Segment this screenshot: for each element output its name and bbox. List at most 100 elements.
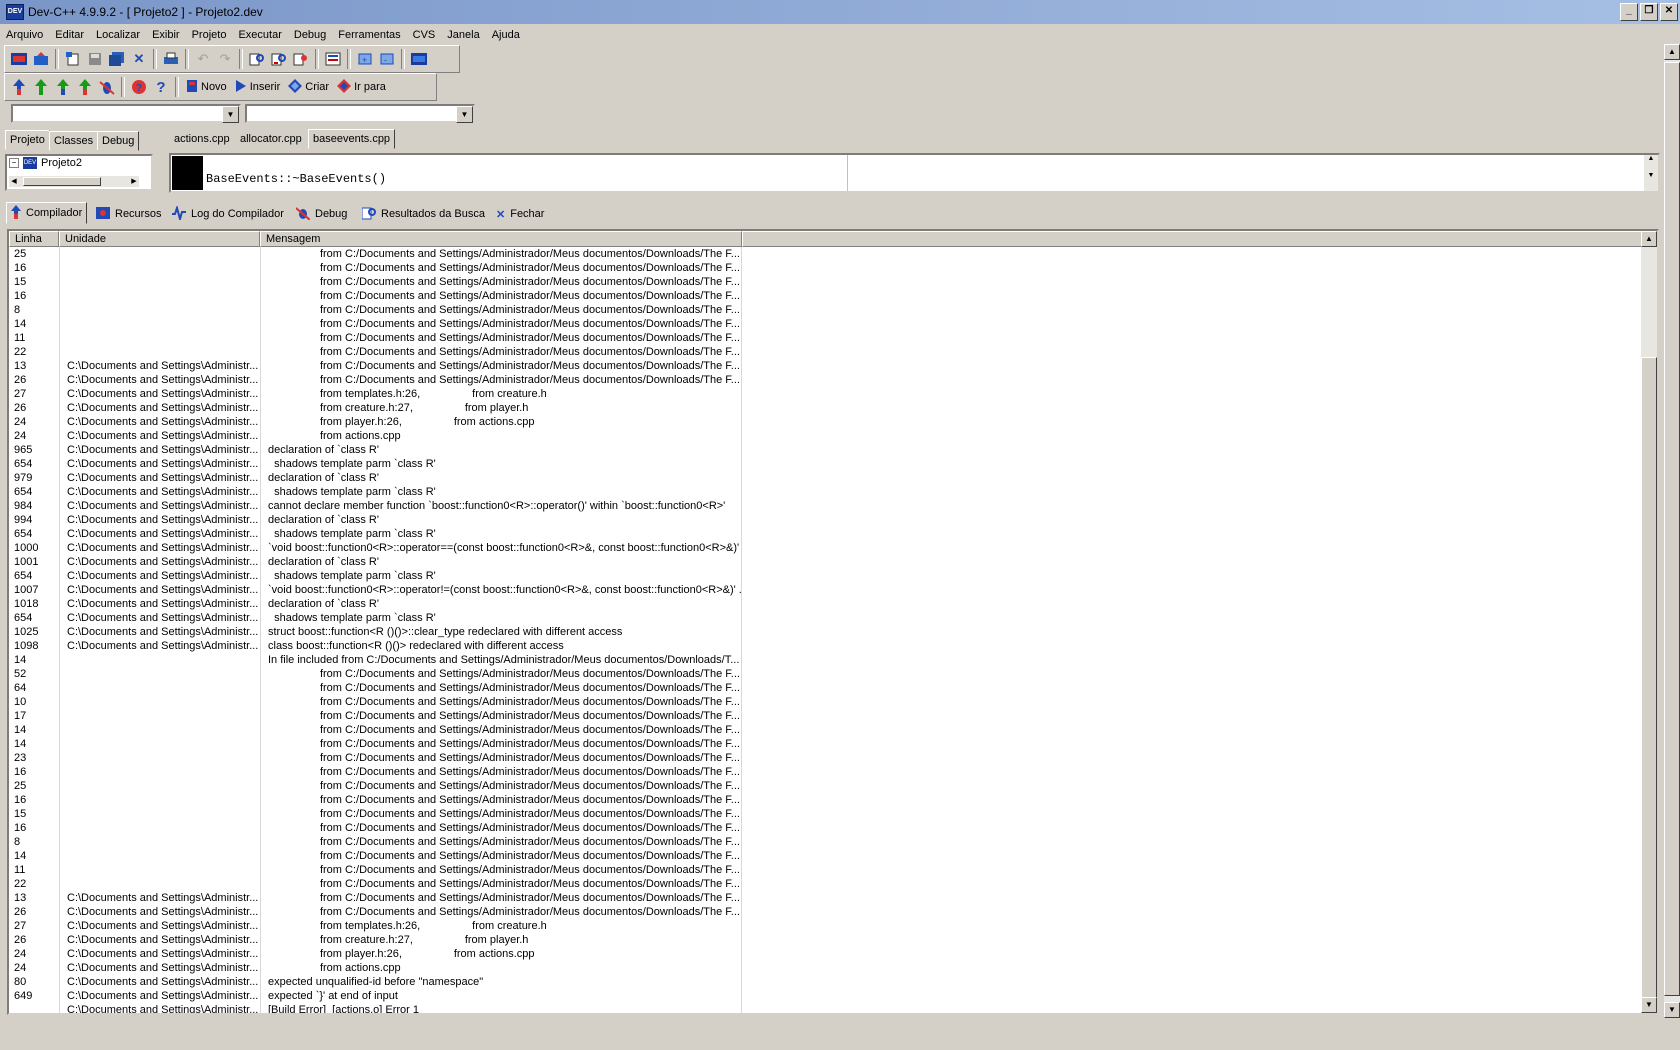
compiler-output-grid[interactable]: Linha Unidade Mensagem 25 from C:/Docume… (7, 229, 1659, 1015)
menu-janela[interactable]: Janela (441, 26, 485, 44)
save-icon[interactable] (84, 48, 106, 70)
close-file-icon[interactable]: ✕ (128, 48, 150, 70)
table-row[interactable]: 52 from C:/Documents and Settings/Admini… (9, 667, 1642, 681)
table-row[interactable]: 654 C:\Documents and Settings\Administr..… (9, 527, 1642, 541)
table-row[interactable]: 64 from C:/Documents and Settings/Admini… (9, 681, 1642, 695)
table-row[interactable]: 654 C:\Documents and Settings\Administr..… (9, 457, 1642, 471)
table-row[interactable]: 1098 C:\Documents and Settings\Administr.… (9, 639, 1642, 653)
help-topics-icon[interactable]: ? (128, 76, 150, 98)
table-row[interactable]: 14 from C:/Documents and Settings/Admini… (9, 723, 1642, 737)
table-row[interactable]: 14 from C:/Documents and Settings/Admini… (9, 317, 1642, 331)
table-row[interactable]: 649 C:\Documents and Settings\Administr..… (9, 989, 1642, 1003)
open-project-icon[interactable] (30, 48, 52, 70)
create-button[interactable]: Criar (284, 76, 333, 98)
table-row[interactable]: 994 C:\Documents and Settings\Administr..… (9, 513, 1642, 527)
code-editor[interactable]: BaseEvents::~BaseEvents() ▲ ▼ (169, 153, 1660, 193)
replace-icon[interactable] (268, 48, 290, 70)
print-icon[interactable] (160, 48, 182, 70)
table-row[interactable]: 16 from C:/Documents and Settings/Admini… (9, 261, 1642, 275)
menu-localizar[interactable]: Localizar (90, 26, 146, 44)
table-row[interactable]: 654 C:\Documents and Settings\Administr..… (9, 611, 1642, 625)
code-line[interactable]: BaseEvents::~BaseEvents() (206, 172, 386, 186)
table-row[interactable]: C:\Documents and Settings\Administr... [B… (9, 1003, 1642, 1013)
table-row[interactable]: 26 C:\Documents and Settings\Administr...… (9, 401, 1642, 415)
new-project-icon[interactable] (8, 48, 30, 70)
table-row[interactable]: 22 from C:/Documents and Settings/Admini… (9, 877, 1642, 891)
table-row[interactable]: 15 from C:/Documents and Settings/Admini… (9, 807, 1642, 821)
table-row[interactable]: 25 from C:/Documents and Settings/Admini… (9, 247, 1642, 261)
devcpp-app-icon[interactable]: DEV (6, 4, 24, 20)
scroll-thumb[interactable] (1664, 62, 1680, 996)
find-icon[interactable] (246, 48, 268, 70)
tab-allocator-cpp[interactable]: allocator.cpp (236, 130, 306, 148)
table-row[interactable]: 26 C:\Documents and Settings\Administr...… (9, 933, 1642, 947)
goto-button[interactable]: Ir para (333, 76, 390, 98)
table-row[interactable]: 654 C:\Documents and Settings\Administr..… (9, 485, 1642, 499)
column-mensagem[interactable]: Mensagem (260, 231, 742, 247)
table-row[interactable]: 16 from C:/Documents and Settings/Admini… (9, 793, 1642, 807)
tree-project-label[interactable]: Projeto2 (41, 157, 82, 169)
table-row[interactable]: 16 from C:/Documents and Settings/Admini… (9, 289, 1642, 303)
scroll-up-icon[interactable]: ▲ (1641, 231, 1657, 247)
tab-compilador[interactable]: Compilador (6, 202, 88, 224)
tab-baseevents-cpp[interactable]: baseevents.cpp (308, 129, 396, 149)
chevron-down-icon[interactable]: ▼ (222, 106, 239, 123)
table-row[interactable]: 1007 C:\Documents and Settings\Administr.… (9, 583, 1642, 597)
table-row[interactable]: 14 from C:/Documents and Settings/Admini… (9, 849, 1642, 863)
save-all-icon[interactable] (106, 48, 128, 70)
member-select[interactable]: ▼ (245, 104, 475, 123)
table-row[interactable]: 27 C:\Documents and Settings\Administr...… (9, 387, 1642, 401)
help-icon[interactable]: ? (150, 76, 172, 98)
table-row[interactable]: 24 C:\Documents and Settings\Administr...… (9, 947, 1642, 961)
table-row[interactable]: 80 C:\Documents and Settings\Administr...… (9, 975, 1642, 989)
table-row[interactable]: 8 from C:/Documents and Settings/Adminis… (9, 303, 1642, 317)
table-row[interactable]: 8 from C:/Documents and Settings/Adminis… (9, 835, 1642, 849)
table-row[interactable]: 11 from C:/Documents and Settings/Admini… (9, 331, 1642, 345)
table-row[interactable]: 1000 C:\Documents and Settings\Administr.… (9, 541, 1642, 555)
tab-debug-output[interactable]: Debug (292, 204, 351, 224)
menu-projeto[interactable]: Projeto (186, 26, 233, 44)
table-row[interactable]: 1018 C:\Documents and Settings\Administr.… (9, 597, 1642, 611)
table-row[interactable]: 26 C:\Documents and Settings\Administr...… (9, 373, 1642, 387)
table-row[interactable]: 24 C:\Documents and Settings\Administr...… (9, 415, 1642, 429)
menu-executar[interactable]: Executar (232, 26, 287, 44)
scroll-thumb[interactable] (1641, 357, 1657, 999)
new-button[interactable]: Novo (182, 76, 231, 98)
menu-cvs[interactable]: CVS (407, 26, 442, 44)
grid-vscroll[interactable]: ▲ ▼ (1641, 231, 1657, 1013)
class-select[interactable]: ▼ (11, 104, 241, 123)
table-row[interactable]: 27 C:\Documents and Settings\Administr...… (9, 919, 1642, 933)
menu-exibir[interactable]: Exibir (146, 26, 186, 44)
run-icon[interactable] (30, 76, 52, 98)
compile-icon[interactable] (8, 76, 30, 98)
table-row[interactable]: 13 C:\Documents and Settings\Administr...… (9, 891, 1642, 905)
editor-vscroll[interactable]: ▲ ▼ (1644, 155, 1658, 191)
column-linha[interactable]: Linha (9, 231, 59, 247)
table-row[interactable]: 13 C:\Documents and Settings\Administr...… (9, 359, 1642, 373)
remove-from-project-icon[interactable]: - (376, 48, 398, 70)
tab-log-compilador[interactable]: Log do Compilador (168, 204, 288, 224)
add-to-project-icon[interactable]: + (354, 48, 376, 70)
collapse-icon[interactable]: − (9, 158, 19, 168)
tree-hscroll[interactable]: ◀ ▶ (9, 176, 139, 187)
tab-fechar[interactable]: ✕ Fechar (492, 204, 548, 224)
redo-icon[interactable]: ↷ (214, 48, 236, 70)
table-row[interactable]: 654 C:\Documents and Settings\Administr..… (9, 569, 1642, 583)
find-next-icon[interactable] (290, 48, 312, 70)
project-options-icon[interactable] (408, 48, 430, 70)
table-row[interactable]: 24 C:\Documents and Settings\Administr...… (9, 961, 1642, 975)
menu-debug[interactable]: Debug (288, 26, 332, 44)
menu-ajuda[interactable]: Ajuda (486, 26, 526, 44)
table-row[interactable]: 984 C:\Documents and Settings\Administr..… (9, 499, 1642, 513)
menu-ferramentas[interactable]: Ferramentas (332, 26, 406, 44)
table-row[interactable]: 979 C:\Documents and Settings\Administr..… (9, 471, 1642, 485)
close-button[interactable]: ✕ (1660, 3, 1678, 21)
debug-icon[interactable] (96, 76, 118, 98)
menu-arquivo[interactable]: Arquivo (0, 26, 49, 44)
table-row[interactable]: 15 from C:/Documents and Settings/Admini… (9, 275, 1642, 289)
table-row[interactable]: 26 C:\Documents and Settings\Administr...… (9, 905, 1642, 919)
table-row[interactable]: 25 from C:/Documents and Settings/Admini… (9, 779, 1642, 793)
minimize-button[interactable]: _ (1620, 3, 1638, 21)
table-row[interactable]: 965 C:\Documents and Settings\Administr..… (9, 443, 1642, 457)
tab-resultados-busca[interactable]: Resultados da Busca (358, 204, 489, 224)
